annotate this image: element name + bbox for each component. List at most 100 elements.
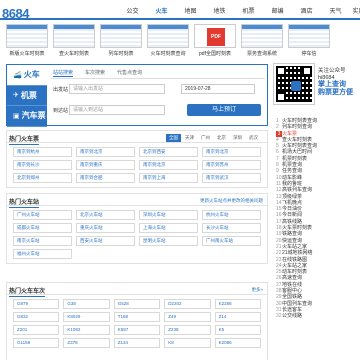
trains-more-link[interactable]: 更多» xyxy=(251,287,263,293)
grid-link[interactable]: G879 xyxy=(13,299,60,309)
nav-item[interactable]: 地图 xyxy=(176,8,205,16)
nav-item[interactable]: 火车 xyxy=(147,8,176,16)
to-station-input[interactable]: 请输入到达站 xyxy=(69,105,165,115)
grid-link[interactable]: Z14 xyxy=(214,312,261,322)
grid-link[interactable]: G1159 xyxy=(13,338,60,348)
grid-link[interactable]: 广州南火车站 xyxy=(202,236,261,246)
grid-link[interactable]: 南京到合肥 xyxy=(76,173,135,183)
grid-link[interactable]: G528 xyxy=(113,299,161,309)
search-mode-tab[interactable]: 车次搜索 xyxy=(85,69,105,77)
section-title: 热门火车站 xyxy=(9,197,40,208)
to-label: 到达站 xyxy=(53,107,69,114)
from-station-input[interactable]: 请输入出发站 xyxy=(69,84,165,94)
feature-thumbnail[interactable]: 停车信 xyxy=(288,24,330,57)
grid-link[interactable]: Z378 xyxy=(63,338,110,348)
search-mode-tab[interactable]: 站站搜索 xyxy=(53,69,74,77)
qr-logo-icon xyxy=(291,81,301,91)
grid-link[interactable]: 南京到北京 xyxy=(76,147,135,157)
search-mode-tab[interactable]: 代售点查询 xyxy=(117,69,142,77)
grid-link[interactable]: Z134 xyxy=(113,338,161,348)
city-tab[interactable]: 广州 xyxy=(198,134,213,142)
nav-item[interactable]: 邮编 xyxy=(263,8,292,16)
grid-link[interactable]: K2286 xyxy=(214,299,261,309)
list-item-label: 在线铁路图 xyxy=(282,256,308,263)
date-input[interactable]: 2019-07-28 xyxy=(181,84,255,94)
grid-link[interactable]: Z238 xyxy=(164,325,211,335)
city-tab[interactable]: 北京 xyxy=(214,134,229,142)
grid-link[interactable]: G38 xyxy=(63,299,110,309)
grid-link[interactable]: K587 xyxy=(113,325,161,335)
grid-link[interactable]: 福州火车站 xyxy=(13,249,72,259)
thumbnail-header xyxy=(289,25,329,29)
city-tab[interactable]: 全国 xyxy=(166,134,181,142)
grid-link[interactable]: 南京到北京 xyxy=(139,160,198,170)
grid-link[interactable]: 南京到重庆 xyxy=(76,160,135,170)
city-tab[interactable]: 武汉 xyxy=(246,134,261,142)
feature-thumbnail[interactable]: 列车时刻表 xyxy=(100,24,142,57)
grid-link[interactable]: 成都火车站 xyxy=(13,223,72,233)
grid-link[interactable]: 广州火车站 xyxy=(13,210,72,220)
grid-link[interactable]: 南京到北京 xyxy=(202,147,261,157)
station-grid: 广州火车站 北京火车站 深圳火车站 杭州火车站成都火车站 重庆火车站 上海火车站 长沙火车站… xyxy=(7,206,267,263)
list-item-label: 中国列车查询 xyxy=(282,300,313,307)
list-item-label: 火车票 xyxy=(282,130,298,137)
feature-thumbnail[interactable]: 火车时刻表查询 xyxy=(147,24,189,57)
nav-item[interactable]: 公交 xyxy=(118,8,147,16)
nav-item[interactable]: 实用工具 xyxy=(350,8,360,16)
city-tab[interactable]: 深圳 xyxy=(230,134,245,142)
list-item-label: 任务查询 xyxy=(282,168,303,175)
grid-link[interactable]: 南京火车站 xyxy=(13,236,72,246)
feature-thumbnail[interactable]: 票务查询系统 xyxy=(241,24,283,57)
grid-link[interactable]: Z49 xyxy=(164,312,211,322)
tab-bus[interactable]: ▣ 汽车票 xyxy=(7,106,47,127)
nav-item[interactable]: 机票 xyxy=(234,8,263,16)
mode-divider xyxy=(51,78,265,79)
hot-search-list: 1 火车时刻表查询 2 列车时刻查询 3 火车票 4 查火车时刻表 5 火车时刻表查询 6 机场大巴时… xyxy=(276,118,360,320)
grid-link[interactable]: K8 xyxy=(164,338,211,348)
grid-link[interactable]: 南京到武汉 xyxy=(202,173,261,183)
grid-link[interactable]: 西安火车站 xyxy=(76,236,135,246)
list-item[interactable]: 32公交线路 xyxy=(276,313,360,319)
grid-link[interactable]: T168 xyxy=(113,312,161,322)
nav-item[interactable]: 酒店 xyxy=(292,8,321,16)
grid-link[interactable]: 昆明火车站 xyxy=(139,236,198,246)
grid-link[interactable]: K1082 xyxy=(63,325,110,335)
grid-link[interactable]: K2086 xyxy=(214,338,261,348)
grid-link[interactable]: 北京火车站 xyxy=(76,210,135,220)
hot-tickets-header: 热门火车票 全国 天津 广州 北京 深圳 武汉 xyxy=(7,131,267,145)
grid-link[interactable]: 长沙火车站 xyxy=(202,223,261,233)
grid-link[interactable]: G832 xyxy=(13,312,60,322)
city-tab[interactable]: 天津 xyxy=(182,134,197,142)
grid-link[interactable]: 南京到长沙 xyxy=(13,160,72,170)
grid-link[interactable]: 北京到西安 xyxy=(139,147,198,157)
grid-link[interactable]: 重庆火车站 xyxy=(76,223,135,233)
grid-link[interactable]: 北京到郑州 xyxy=(13,173,72,183)
grid-link[interactable]: 南京到苏州 xyxy=(202,160,261,170)
list-item-label: 快运查询 xyxy=(282,237,303,244)
grid-link[interactable]: 杭州火车站 xyxy=(202,210,261,220)
grid-link[interactable]: 深圳火车站 xyxy=(139,210,198,220)
grid-link[interactable]: K5 xyxy=(214,325,261,335)
grid-link[interactable]: 上海火车站 xyxy=(139,223,198,233)
hot-stations-section: 热门火车站 更新火车站点并更改的相关问题 广州火车站 北京火车站 深圳火车站 杭州火车… xyxy=(6,193,268,264)
list-item-label: 列车时刻查询 xyxy=(282,124,313,131)
nav-item[interactable]: 地铁 xyxy=(205,8,234,16)
thumbnail-caption: 新版火车时刻表 xyxy=(9,51,45,57)
stations-more-link[interactable]: 更新火车站点并更改的相关问题 xyxy=(200,198,263,204)
feature-thumbnail[interactable]: 查火车时刻表 xyxy=(53,24,95,57)
tab-train[interactable]: 🚄 火车 xyxy=(7,65,47,86)
grid-link[interactable]: D2202 xyxy=(164,299,211,309)
grid-link[interactable]: K8029 xyxy=(63,312,110,322)
feature-thumbnail[interactable]: PDF pdf全国时刻表 xyxy=(194,24,236,57)
grid-link[interactable]: Z201 xyxy=(13,325,60,335)
book-button[interactable]: 马上预订 xyxy=(187,104,261,116)
thumbnail-caption: 列车时刻表 xyxy=(108,51,134,57)
grid-link[interactable]: 南京到上海 xyxy=(139,173,198,183)
list-item-label: 高速查询 xyxy=(282,275,303,282)
thumbnail-image: PDF xyxy=(194,24,236,48)
tab-plane[interactable]: ✈ 机票 xyxy=(7,86,47,107)
list-item-label: 机场大巴时间 xyxy=(282,149,313,156)
nav-item[interactable]: 天气 xyxy=(321,8,350,16)
feature-thumbnail[interactable]: 新版火车时刻表 xyxy=(6,24,48,57)
grid-link[interactable]: 南京到杭州 xyxy=(13,147,72,157)
